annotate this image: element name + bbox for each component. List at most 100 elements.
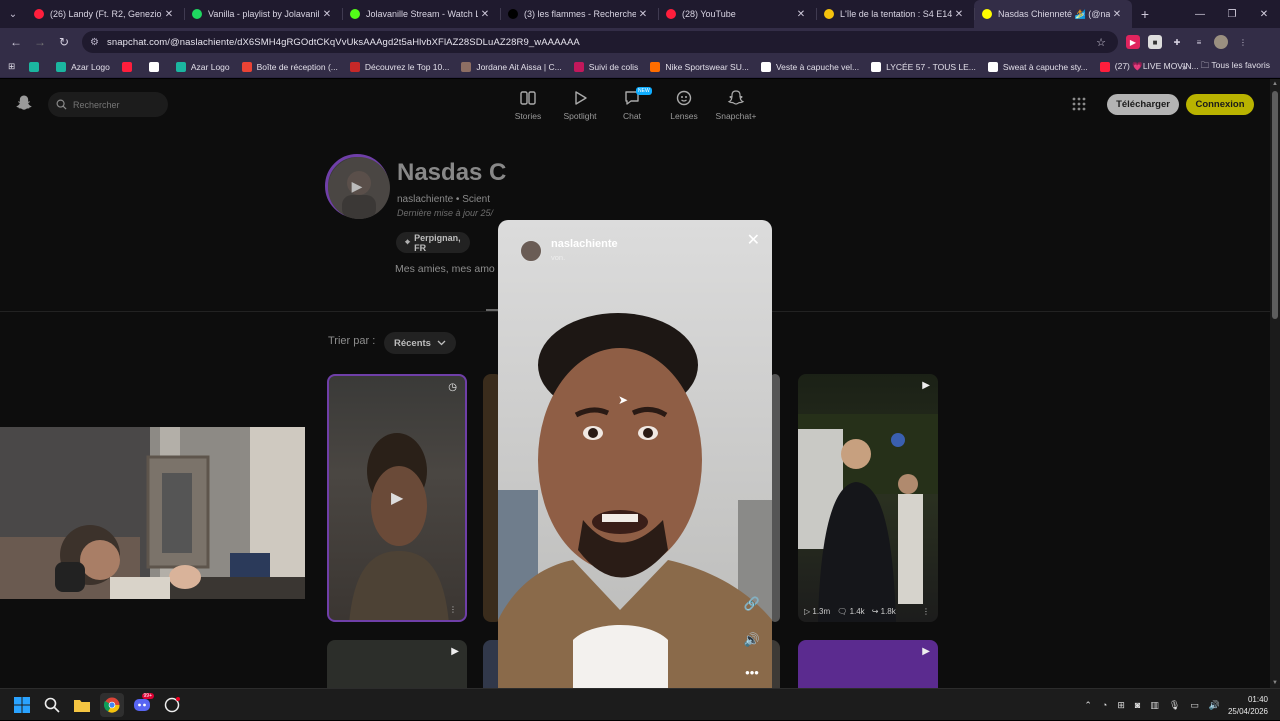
browser-tab[interactable]: Jolavanille Stream - Watch Live✕ <box>342 0 500 28</box>
copy-link-icon[interactable]: 🔗 <box>744 596 760 612</box>
sort-label: Trier par : <box>328 335 376 347</box>
bookmark-label: Azar Logo <box>190 61 230 72</box>
bookmark-star-icon[interactable]: ☆ <box>1096 36 1106 49</box>
bookmark-item[interactable]: Sweat à capuche sty... <box>987 61 1088 72</box>
browser-tab[interactable]: L'île de la tentation : S4 E14 (2/✕ <box>816 0 974 28</box>
nav-snapchat-plus[interactable]: Snapchat+ <box>710 89 762 121</box>
tray-app-icon[interactable]: ▥ <box>1150 700 1159 711</box>
browser-tab[interactable]: (3) les flammes - Recherche / X✕ <box>500 0 658 28</box>
login-button[interactable]: Connexion <box>1186 94 1254 115</box>
close-icon[interactable]: ✕ <box>747 230 760 250</box>
tray-discord-icon[interactable]: ◙ <box>1135 700 1140 710</box>
tab-close-icon[interactable]: ✕ <box>478 9 492 20</box>
location-chip[interactable]: ⌖ Perpignan, FR <box>396 232 470 253</box>
story-author-name[interactable]: naslachiente <box>551 238 618 250</box>
chrome-menu-icon[interactable]: ⋮ <box>1236 35 1250 49</box>
tab-close-icon[interactable]: ✕ <box>952 9 966 20</box>
profile-avatar[interactable]: ▶ <box>325 154 390 219</box>
download-button[interactable]: Télécharger <box>1107 94 1179 115</box>
snap-thumbnail[interactable]: ◷ ▶ ⋮ <box>327 374 467 622</box>
tray-app-icon[interactable]: ◔ <box>1102 700 1107 710</box>
page-scrollbar[interactable]: ▲ ▼ <box>1270 79 1280 688</box>
story-video-frame <box>498 220 772 688</box>
snap-thumbnail[interactable]: ▶ ▷ 1.3m 🗨 1.4k ↪ 1.8k ⋮ <box>798 374 938 622</box>
volume-icon[interactable]: 🔊 <box>1209 700 1220 711</box>
story-author-avatar[interactable] <box>520 240 542 262</box>
apps-grid-icon[interactable]: ⊞ <box>8 61 15 72</box>
profile-avatar[interactable] <box>1214 35 1228 49</box>
browser-tab[interactable]: (26) Landy (Ft. R2, Genezio) - R✕ <box>26 0 184 28</box>
extensions-puzzle-icon[interactable]: ✚ <box>1170 35 1184 49</box>
address-bar[interactable]: ⚙ snapchat.com/@naslachiente/dX6SMH4gRGO… <box>82 31 1118 53</box>
scroll-down-icon[interactable]: ▼ <box>1272 680 1278 686</box>
extension-white-icon[interactable]: ■ <box>1148 35 1162 49</box>
site-info-icon[interactable]: ⚙ <box>90 37 99 48</box>
bookmarks-overflow-button[interactable]: » <box>1182 62 1187 72</box>
scroll-up-icon[interactable]: ▲ <box>1272 81 1278 87</box>
forward-button[interactable]: → <box>28 35 52 49</box>
search-box[interactable] <box>48 92 168 117</box>
reload-button[interactable]: ↻ <box>52 35 76 49</box>
bookmark-item[interactable]: LYCÉE 57 - TOUS LE... <box>871 61 976 72</box>
tab-close-icon[interactable]: ✕ <box>320 9 334 20</box>
nav-stories[interactable]: Stories <box>502 89 554 121</box>
bookmark-item[interactable] <box>29 61 44 72</box>
more-icon[interactable]: ⋮ <box>449 605 457 614</box>
x-icon <box>508 9 518 19</box>
snap-thumbnail[interactable]: ▶ <box>327 640 467 688</box>
tab-title: (26) Landy (Ft. R2, Genezio) - R <box>50 9 162 19</box>
youtube-icon <box>34 9 44 19</box>
bookmark-item[interactable]: Boîte de réception (... <box>241 61 338 72</box>
bookmark-item[interactable]: Découvrez le Top 10... <box>349 61 449 72</box>
browser-tab[interactable]: Nasdas Chienneté 🏄 (@na ✕ <box>974 0 1132 28</box>
bookmark-item[interactable]: Azar Logo <box>56 61 110 72</box>
close-window-button[interactable]: ✕ <box>1248 0 1280 28</box>
taskbar-clock[interactable]: 01:40 25/04/2026 <box>1228 694 1268 718</box>
media-control-icon[interactable]: ≡ <box>1192 35 1206 49</box>
more-options-icon[interactable]: ••• <box>744 664 760 680</box>
discord-icon[interactable]: 99+ <box>130 693 154 717</box>
file-explorer-icon[interactable] <box>70 693 94 717</box>
restore-button[interactable]: ❐ <box>1216 0 1248 28</box>
search-icon[interactable] <box>40 693 64 717</box>
network-icon[interactable]: ▭ <box>1190 700 1199 711</box>
sort-dropdown[interactable]: Récents <box>384 332 456 354</box>
bookmark-item[interactable]: Nike Sportswear SU... <box>650 61 749 72</box>
apps-grid-icon[interactable] <box>1072 97 1086 111</box>
browser-tab[interactable]: (28) YouTube ✕ <box>658 0 816 28</box>
windows-start-icon[interactable] <box>10 693 34 717</box>
snap-thumbnail[interactable]: ▶ <box>798 640 938 688</box>
chrome-icon[interactable] <box>100 693 124 717</box>
extension-red-icon[interactable]: ▶ <box>1126 35 1140 49</box>
tab-close-icon[interactable]: ✕ <box>162 9 176 20</box>
tab-close-icon[interactable]: ✕ <box>1110 9 1124 20</box>
scrollbar-thumb[interactable] <box>1272 91 1278 319</box>
tray-expand-icon[interactable]: ⌃ <box>1084 700 1092 711</box>
clock-time: 01:40 <box>1247 695 1268 704</box>
tab-search-button[interactable]: ⌄ <box>0 0 26 28</box>
bookmark-item[interactable] <box>148 61 164 72</box>
nav-lenses[interactable]: Lenses <box>658 89 710 121</box>
nav-spotlight[interactable]: Spotlight <box>554 89 606 121</box>
back-button[interactable]: ← <box>4 35 28 49</box>
more-icon[interactable]: ⋮ <box>922 607 930 616</box>
app-icon[interactable] <box>160 693 184 717</box>
bookmark-favicon-icon <box>987 61 998 72</box>
tray-app-icon[interactable]: ⊞ <box>1117 700 1125 711</box>
snapchat-ghost-icon[interactable] <box>14 93 34 113</box>
search-input[interactable] <box>73 99 163 110</box>
volume-icon[interactable]: 🔊 <box>744 632 760 648</box>
new-tab-button[interactable]: + <box>1132 6 1158 22</box>
all-bookmarks-button[interactable]: 🗀 Tous les favoris <box>1201 60 1270 74</box>
bookmark-item[interactable] <box>121 61 137 72</box>
tab-close-icon[interactable]: ✕ <box>636 9 650 20</box>
bookmark-item[interactable]: Jordane Ait Aissa | C... <box>461 61 562 72</box>
bookmark-item[interactable]: Veste à capuche vel... <box>760 61 859 72</box>
nav-chat[interactable]: NEW Chat <box>606 87 658 121</box>
bookmark-item[interactable]: Azar Logo <box>175 61 230 72</box>
minimize-button[interactable]: — <box>1184 0 1216 28</box>
microphone-icon[interactable]: 🎙 <box>1169 700 1180 711</box>
browser-tab[interactable]: Vanilla - playlist by Jolavanille ✕ <box>184 0 342 28</box>
tab-close-icon[interactable]: ✕ <box>794 9 808 20</box>
bookmark-item[interactable]: Suivi de colis <box>573 61 638 72</box>
